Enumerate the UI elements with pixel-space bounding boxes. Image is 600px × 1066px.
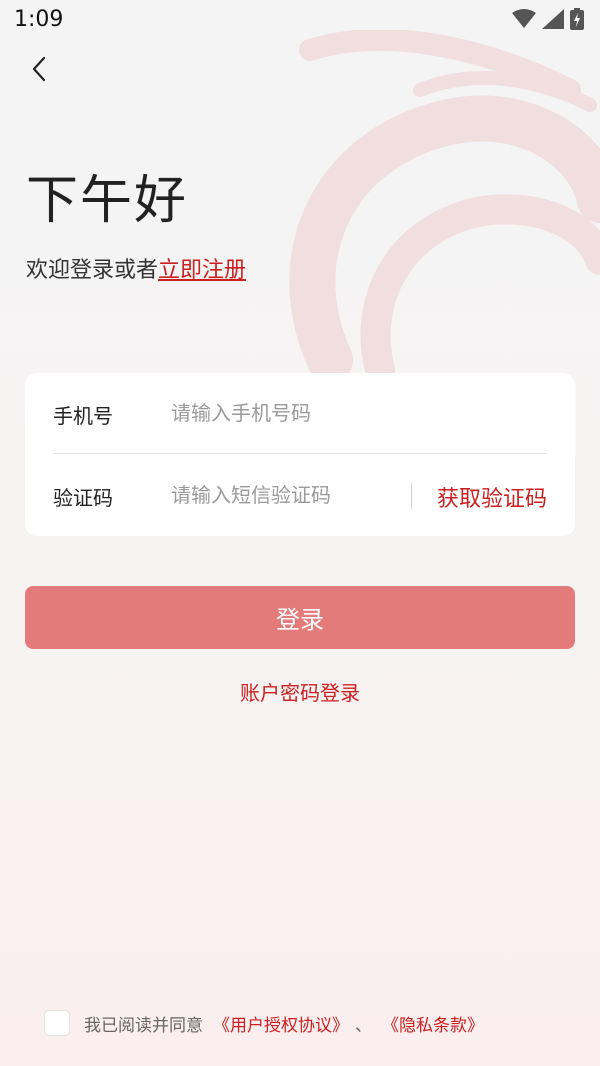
wifi-icon bbox=[512, 9, 536, 28]
agreement-text: 我已阅读并同意 bbox=[84, 1015, 203, 1036]
divider bbox=[53, 453, 547, 454]
agreement-separator: 、 bbox=[355, 1015, 372, 1036]
agreement-row: 我已阅读并同意 《用户授权协议》 、 《隐私条款》 bbox=[44, 1010, 484, 1036]
status-bar: 1:09 bbox=[0, 0, 600, 40]
code-input[interactable] bbox=[171, 475, 401, 515]
code-row: 验证码 获取验证码 bbox=[25, 455, 575, 535]
privacy-policy-link[interactable]: 《隐私条款》 bbox=[382, 1011, 484, 1036]
phone-input[interactable] bbox=[171, 393, 531, 433]
login-form-card: 手机号 验证码 获取验证码 bbox=[25, 373, 575, 536]
register-link[interactable]: 立即注册 bbox=[158, 258, 246, 283]
login-button[interactable]: 登录 bbox=[25, 586, 575, 649]
back-button[interactable] bbox=[22, 52, 56, 86]
status-icons bbox=[512, 8, 584, 30]
user-agreement-link[interactable]: 《用户授权协议》 bbox=[213, 1011, 349, 1036]
agree-checkbox[interactable] bbox=[44, 1010, 70, 1036]
signal-icon bbox=[542, 9, 564, 29]
phone-row: 手机号 bbox=[25, 373, 575, 453]
code-label: 验证码 bbox=[53, 486, 113, 510]
phone-label: 手机号 bbox=[53, 404, 113, 428]
subtitle-text: 欢迎登录或者 bbox=[26, 258, 159, 283]
password-login-link[interactable]: 账户密码登录 bbox=[0, 677, 600, 706]
page-title: 下午好 bbox=[26, 171, 189, 231]
status-time: 1:09 bbox=[14, 7, 64, 32]
welcome-subtitle: 欢迎登录或者立即注册 bbox=[26, 252, 246, 284]
chevron-left-icon bbox=[32, 56, 46, 82]
vertical-divider bbox=[411, 483, 412, 509]
battery-charging-icon bbox=[570, 8, 584, 30]
get-code-button[interactable]: 获取验证码 bbox=[437, 481, 547, 513]
